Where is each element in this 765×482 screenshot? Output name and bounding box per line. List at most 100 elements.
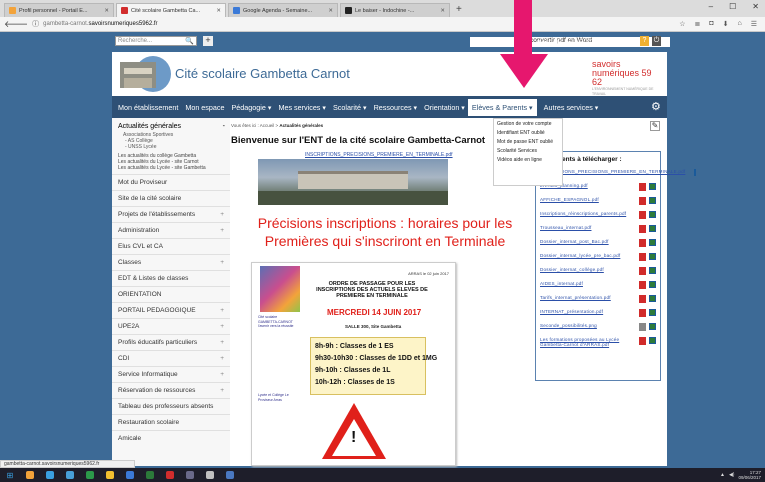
browser-tab-profil[interactable]: Profil personnel - Portail E... ✕ — [4, 3, 114, 17]
search-icon[interactable]: 🔍 — [185, 37, 194, 45]
document-link[interactable]: Trousseau_internat.pdf — [540, 225, 633, 230]
pdf-icon[interactable] — [639, 309, 646, 317]
menu-icon[interactable]: ☰ — [751, 20, 757, 28]
dropdown-item-identifiant-oublie[interactable]: Identifiant ENT oublié — [497, 130, 559, 136]
taskbar-app-icon[interactable] — [180, 468, 200, 482]
sidebar-item[interactable]: Tableau des professeurs absents — [112, 398, 230, 414]
url-field[interactable]: gambetta-carnot.savoirsnumeriques5962.fr — [43, 21, 679, 27]
nav-autres-services[interactable]: Autres services ▾ — [544, 103, 599, 112]
preview-icon[interactable] — [649, 295, 656, 302]
document-link[interactable]: Tarifs_internat_présentation.pdf — [540, 295, 633, 300]
document-link[interactable]: Dossier_internat_collège.pdf — [540, 267, 633, 272]
preview-icon[interactable] — [649, 267, 656, 274]
sidebar-item[interactable]: ORIENTATION — [112, 286, 230, 302]
network-icon[interactable]: ▲ — [720, 472, 725, 478]
document-link[interactable]: AIDES_internat.pdf — [540, 281, 633, 286]
close-icon[interactable]: ✕ — [216, 8, 221, 14]
clock[interactable]: 17:27 09/06/2017 — [738, 470, 761, 480]
pdf-icon[interactable] — [639, 211, 646, 219]
close-icon[interactable]: ✕ — [328, 8, 333, 14]
taskbar-app-icon[interactable] — [220, 468, 240, 482]
edit-icon[interactable]: ✎ — [650, 121, 660, 131]
taskbar-app-icon[interactable] — [160, 468, 180, 482]
preview-icon[interactable] — [649, 309, 656, 316]
dropdown-item-videos-aide[interactable]: Vidéos aide en ligne — [497, 157, 559, 163]
taskbar-app-icon[interactable] — [60, 468, 80, 482]
pdf-icon[interactable] — [639, 183, 646, 191]
sidebar-item[interactable]: Amicale — [112, 430, 230, 446]
pdf-icon[interactable] — [639, 337, 646, 345]
sidebar-link-gambetta[interactable]: Les actualités du Lycée - site Gambetta — [118, 165, 224, 171]
document-link[interactable]: Seconde_possibilités.png — [540, 323, 633, 328]
logout-button[interactable]: ⏻ — [652, 36, 661, 46]
close-icon[interactable]: ✕ — [440, 8, 445, 14]
preview-icon[interactable] — [649, 197, 656, 204]
taskbar-app-icon[interactable] — [80, 468, 100, 482]
document-link[interactable]: INTERNAT_présentation.pdf — [540, 309, 633, 314]
sidebar-item[interactable]: PORTAIL PEDAGOGIQUE + — [112, 302, 230, 318]
taskbar-app-icon[interactable] — [20, 468, 40, 482]
nav-ressources[interactable]: Ressources ▾ — [374, 103, 418, 112]
nav-mon-etablissement[interactable]: Mon établissement — [118, 103, 178, 112]
nav-orientation[interactable]: Orientation ▾ — [424, 103, 465, 112]
nav-eleves-parents[interactable]: Elèves & Parents ▾ — [467, 98, 537, 116]
sidebar-item[interactable]: Mot du Proviseur — [112, 174, 230, 190]
pdf-link[interactable]: INSCRIPTIONS_PRECISIONS_PREMIERE_EN_TERM… — [305, 152, 453, 158]
pdf-icon[interactable] — [639, 225, 646, 233]
collapse-icon[interactable]: - — [223, 123, 225, 130]
info-icon[interactable]: ⓘ — [32, 19, 39, 29]
site-title[interactable]: Cité scolaire Gambetta Carnot — [175, 66, 350, 81]
png-icon[interactable] — [639, 323, 646, 331]
nav-mes-services[interactable]: Mes services ▾ — [278, 103, 326, 112]
home-icon[interactable]: ⌂ — [737, 20, 741, 28]
sidebar-item[interactable]: Service Informatique + — [112, 366, 230, 382]
sidebar-item[interactable]: Elus CVL et CA — [112, 238, 230, 254]
pdf-icon[interactable] — [639, 267, 646, 275]
taskbar-app-icon[interactable] — [100, 468, 120, 482]
help-button[interactable]: ? — [640, 36, 649, 46]
preview-icon[interactable] — [649, 323, 656, 330]
user-menu[interactable]: MIRABELLE HECTOR Mes sites ▾ — [536, 38, 636, 46]
dropdown-item-scolarite-services[interactable]: Scolarité Services — [497, 148, 559, 154]
back-arrow-icon[interactable]: 🡐 — [4, 19, 28, 30]
pdf-icon[interactable] — [639, 253, 646, 261]
preview-icon[interactable] — [649, 225, 656, 232]
browser-tab-google-agenda[interactable]: Google Agenda - Semaine... ✕ — [228, 3, 338, 17]
sidebar-item[interactable]: Administration + — [112, 222, 230, 238]
document-link[interactable]: Les formations proposées au Lycée Gambet… — [540, 337, 633, 347]
taskbar-app-icon[interactable] — [200, 468, 220, 482]
bookmark-star-icon[interactable]: ☆ — [679, 20, 685, 28]
sidebar-item[interactable]: Classes + — [112, 254, 230, 270]
sidebar-item[interactable]: Profils éducatifs particuliers + — [112, 334, 230, 350]
preview-icon[interactable] — [649, 211, 656, 218]
document-link[interactable]: Dossier_internat_lycée_pre_bac.pdf — [540, 253, 633, 258]
new-tab-button[interactable]: + — [456, 3, 462, 17]
pdf-icon[interactable] — [639, 197, 646, 205]
volume-icon[interactable]: ◀) — [729, 472, 735, 478]
sidebar-item[interactable]: CDI + — [112, 350, 230, 366]
pdf-icon[interactable] — [639, 281, 646, 289]
taskbar-app-icon[interactable] — [40, 468, 60, 482]
pdf-icon[interactable] — [639, 239, 646, 247]
sidebar-item[interactable]: Restauration scolaire — [112, 414, 230, 430]
maximize-icon[interactable]: ☐ — [729, 2, 736, 11]
nav-scolarite[interactable]: Scolarité ▾ — [333, 103, 367, 112]
preview-icon[interactable] — [649, 253, 656, 260]
preview-icon[interactable] — [694, 169, 697, 176]
browser-tab-le-baiser[interactable]: Le baiser - Indochine -... ✕ — [340, 3, 450, 17]
document-link[interactable]: Dossier_internat_post_Bac.pdf — [540, 239, 633, 244]
preview-icon[interactable] — [649, 281, 656, 288]
close-icon[interactable]: ✕ — [104, 8, 109, 14]
sidebar-header[interactable]: Actualités générales - — [112, 118, 230, 132]
browser-tab-cite-scolaire[interactable]: Cité scolaire Gambetta Ca... ✕ — [116, 3, 226, 17]
dropdown-item-mot-de-passe-oublie[interactable]: Mot de passe ENT oublié — [497, 139, 559, 145]
pdf-icon[interactable] — [639, 295, 646, 303]
taskbar-app-icon[interactable] — [140, 468, 160, 482]
taskbar-app-icon[interactable] — [120, 468, 140, 482]
dropdown-item-gestion-compte[interactable]: Gestion de votre compte — [497, 121, 559, 127]
gear-icon[interactable]: ⚙ — [651, 100, 661, 113]
document-link[interactable]: Inscriptions_réinscriptions_parents.pdf — [540, 211, 633, 216]
download-icon[interactable]: ⬇ — [723, 20, 729, 28]
document-link[interactable]: AFFICHE_ESPAGNOL.pdf — [540, 197, 633, 202]
preview-icon[interactable] — [649, 183, 656, 190]
